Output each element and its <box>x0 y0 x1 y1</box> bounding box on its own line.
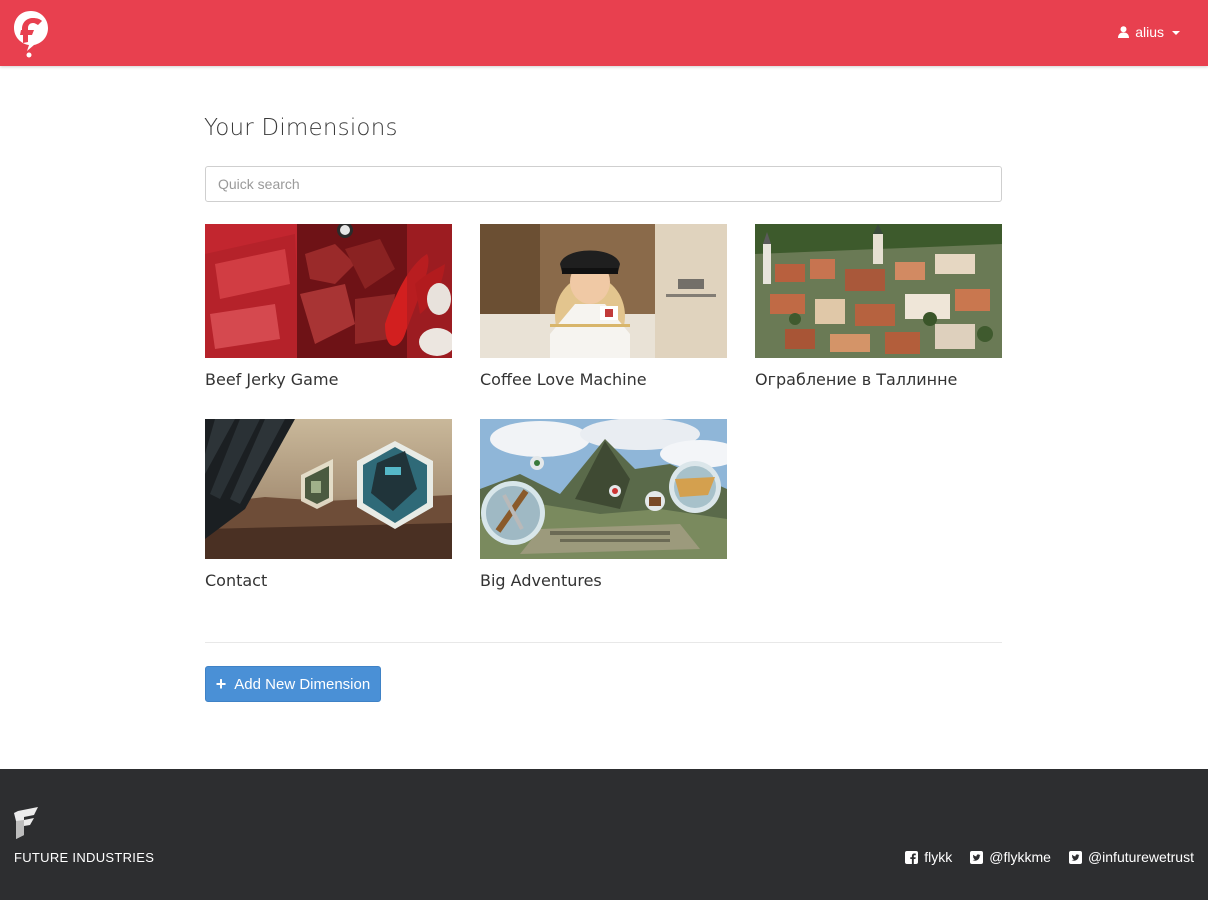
footer: FUTURE INDUSTRIES flykk @flykkme @infutu… <box>0 769 1208 900</box>
twitter-label: @infuturewetrust <box>1087 849 1194 865</box>
user-menu[interactable]: alius <box>1118 22 1180 42</box>
dimension-thumbnail <box>205 419 452 559</box>
twitter-label: @flykkme <box>989 849 1051 865</box>
twitter-icon <box>970 850 984 864</box>
user-name: alius <box>1135 24 1164 40</box>
dimension-name[interactable]: Ограбление в Таллинне <box>755 370 1002 389</box>
social-links: flykk @flykkme @infuturewetrust <box>887 849 1194 865</box>
dimension-thumbnail <box>205 224 452 358</box>
dimension-name[interactable]: Coffee Love Machine <box>480 370 727 389</box>
app-logo-icon[interactable] <box>12 9 50 59</box>
dimension-card[interactable]: Contact <box>205 419 452 590</box>
future-industries-logo-icon <box>14 807 38 839</box>
add-dimension-label: Add New Dimension <box>234 675 371 693</box>
user-icon <box>1118 26 1130 38</box>
facebook-link[interactable]: flykk <box>905 849 952 865</box>
chevron-down-icon <box>1172 31 1180 35</box>
dimension-thumbnail <box>480 419 727 559</box>
search-input[interactable] <box>205 166 1002 202</box>
facebook-label: flykk <box>924 849 953 865</box>
divider <box>205 642 1002 643</box>
top-navbar: alius <box>0 0 1208 66</box>
twitter-link[interactable]: @flykkme <box>970 849 1051 865</box>
twitter-icon <box>1068 850 1082 864</box>
page-title: Your Dimensions <box>204 115 398 141</box>
dimension-card[interactable]: Big Adventures <box>480 419 727 590</box>
plus-icon: + <box>215 674 227 694</box>
dimension-card[interactable]: Coffee Love Machine <box>480 224 727 389</box>
dimension-thumbnail <box>755 224 1002 358</box>
company-name: FUTURE INDUSTRIES <box>14 850 155 865</box>
dimension-card[interactable]: Ограбление в Таллинне <box>755 224 1002 389</box>
twitter-link[interactable]: @infuturewetrust <box>1068 849 1194 865</box>
dimension-name[interactable]: Beef Jerky Game <box>205 370 452 389</box>
add-dimension-button[interactable]: + Add New Dimension <box>205 666 381 702</box>
dimension-thumbnail <box>480 224 727 358</box>
facebook-icon <box>905 850 919 864</box>
dimension-name[interactable]: Big Adventures <box>480 571 727 590</box>
dimension-card[interactable]: Beef Jerky Game <box>205 224 452 389</box>
dimension-name[interactable]: Contact <box>205 571 452 590</box>
